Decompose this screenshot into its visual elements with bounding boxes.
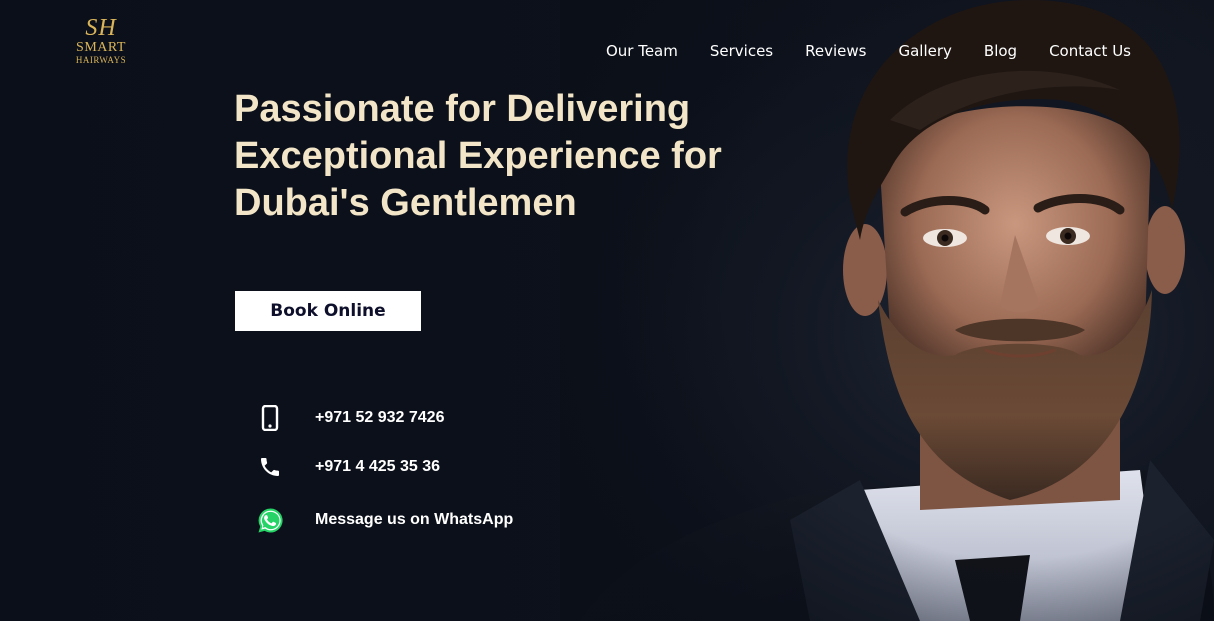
contact-whatsapp-link[interactable]: Message us on WhatsApp bbox=[315, 511, 513, 529]
hero-headline: Passionate for Delivering Exceptional Ex… bbox=[234, 86, 754, 227]
contact-whatsapp-row[interactable]: Message us on WhatsApp bbox=[256, 505, 513, 535]
nav-item-reviews[interactable]: Reviews bbox=[805, 41, 866, 61]
headline-line-2: Exceptional Experience for bbox=[234, 135, 722, 177]
mobile-phone-icon bbox=[256, 404, 284, 432]
nav-item-our-team[interactable]: Our Team bbox=[606, 41, 678, 61]
contact-mobile-number[interactable]: +971 52 932 7426 bbox=[315, 409, 444, 427]
hero-section: SH SMART HAIRWAYS Our Team Services Revi… bbox=[0, 0, 1214, 621]
nav-item-blog[interactable]: Blog bbox=[984, 41, 1017, 61]
logo-wordmark-smart: SMART bbox=[76, 40, 126, 55]
nav-item-contact-us[interactable]: Contact Us bbox=[1049, 41, 1131, 61]
main-navigation: Our Team Services Reviews Gallery Blog C… bbox=[606, 41, 1131, 61]
logo-monogram: SH bbox=[85, 15, 117, 41]
logo-wordmark-hairways: HAIRWAYS bbox=[75, 55, 127, 65]
contact-landline-row[interactable]: +971 4 425 35 36 bbox=[256, 452, 440, 482]
brand-logo[interactable]: SH SMART HAIRWAYS bbox=[66, 16, 136, 78]
nav-item-gallery[interactable]: Gallery bbox=[898, 41, 951, 61]
whatsapp-icon bbox=[256, 506, 284, 534]
contact-mobile-row[interactable]: +971 52 932 7426 bbox=[256, 403, 444, 433]
headline-line-3: Dubai's Gentlemen bbox=[234, 182, 577, 224]
headline-line-1: Passionate for Delivering bbox=[234, 88, 691, 130]
book-online-button[interactable]: Book Online bbox=[235, 291, 421, 331]
nav-item-services[interactable]: Services bbox=[710, 41, 773, 61]
phone-handset-icon bbox=[256, 453, 284, 481]
contact-landline-number[interactable]: +971 4 425 35 36 bbox=[315, 458, 440, 476]
